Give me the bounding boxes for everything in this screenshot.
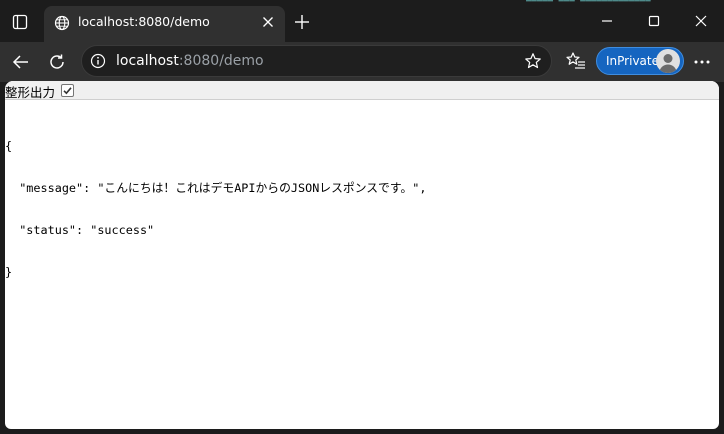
avatar [656, 49, 680, 73]
tab-title: localhost:8080/demo [78, 14, 210, 29]
json-line: "status": "success" [5, 223, 155, 237]
back-icon[interactable] [11, 52, 31, 72]
address-bar[interactable]: localhost:8080/demo [81, 45, 552, 77]
close-window-icon[interactable] [693, 13, 709, 29]
minimize-icon[interactable] [599, 13, 615, 29]
address-host: localhost [116, 53, 179, 69]
close-tab-icon[interactable] [260, 14, 276, 30]
pretty-print-checkbox[interactable] [61, 84, 74, 97]
more-icon[interactable] [692, 52, 712, 72]
json-line: "message": "こんにちは！これはデモAPIからのJSONレスポンスです… [5, 181, 427, 195]
inprivate-label: InPrivate [606, 54, 659, 68]
info-icon[interactable] [90, 53, 106, 69]
pretty-print-bar: 整形出力 [5, 81, 719, 100]
tab-actions-button[interactable] [6, 9, 34, 35]
active-tab[interactable]: localhost:8080/demo [44, 6, 285, 42]
address-url: localhost:8080/demo [116, 53, 264, 69]
star-icon[interactable] [524, 52, 542, 70]
pretty-print-label: 整形出力 [5, 85, 56, 100]
favorites-icon[interactable] [566, 51, 586, 71]
page-viewport: 整形出力 { "message": "こんにちは！これはデモAPIからのJSON… [5, 81, 719, 429]
checkmark-icon [63, 87, 72, 95]
address-path: :8080/demo [178, 53, 264, 69]
json-line: } [5, 265, 13, 279]
new-tab-icon[interactable] [292, 12, 312, 32]
json-line: { [5, 139, 13, 153]
background-window-peek: ■■■■■ ■■■ ■■■■■■■■■■■■■ [470, 0, 724, 5]
tab-actions-icon [12, 14, 28, 30]
title-bar: ■■■■■ ■■■ ■■■■■■■■■■■■■ localhost:8080/d… [0, 0, 724, 42]
maximize-icon[interactable] [646, 13, 662, 29]
json-body: { "message": "こんにちは！これはデモAPIからのJSONレスポンス… [5, 111, 426, 307]
inprivate-button[interactable]: InPrivate [596, 47, 684, 75]
refresh-icon[interactable] [47, 52, 67, 72]
globe-icon [54, 15, 70, 31]
